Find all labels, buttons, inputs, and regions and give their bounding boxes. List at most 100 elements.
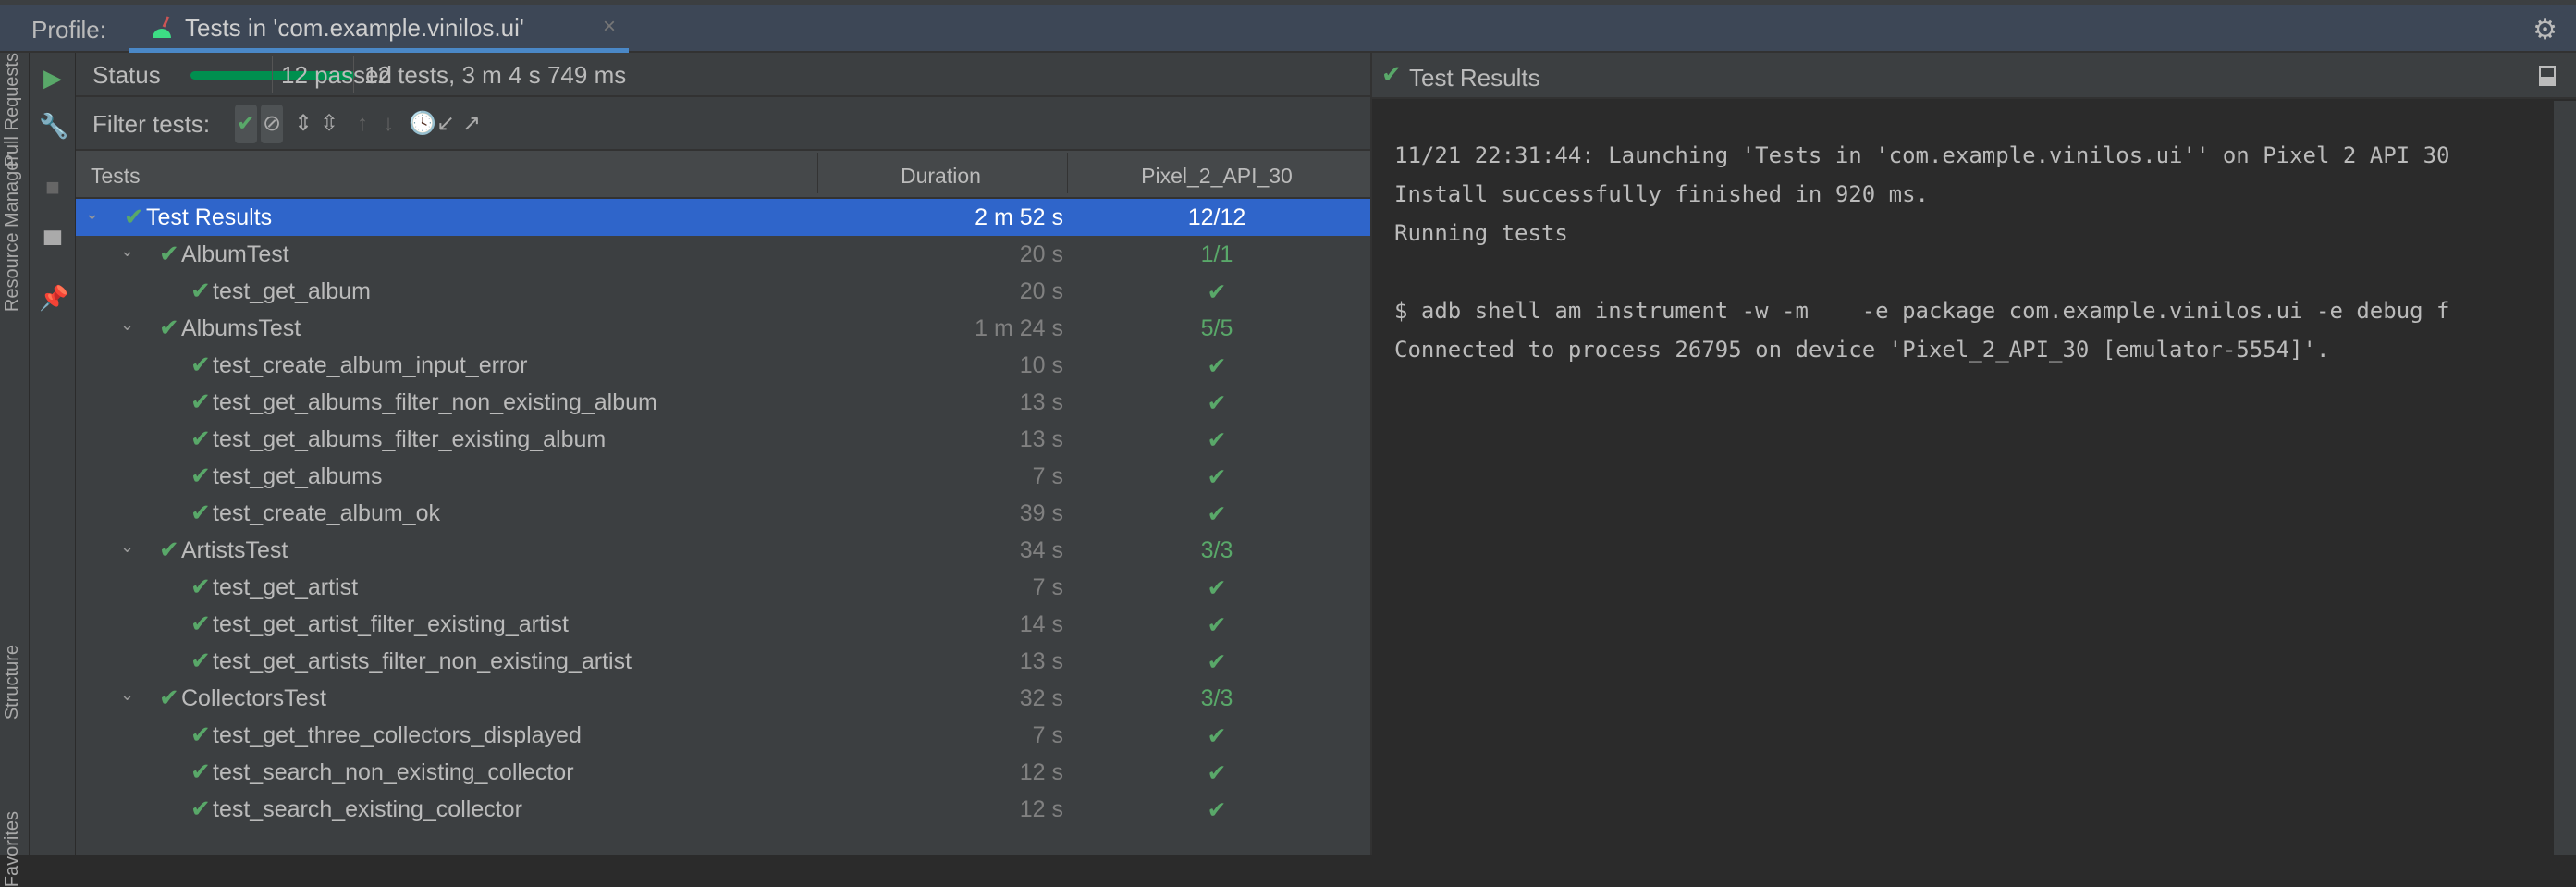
chevron-down-icon[interactable]: ⌄ bbox=[120, 241, 134, 261]
wrench-icon[interactable]: 🔧 bbox=[39, 112, 68, 140]
device-result: ✔ bbox=[1207, 575, 1227, 601]
tree-row[interactable]: ✔ test_search_non_existing_collector 12 s ✔ bbox=[76, 754, 1370, 791]
test-name: AlbumsTest bbox=[181, 315, 301, 341]
minimize-icon[interactable] bbox=[2539, 66, 2556, 86]
tree-row[interactable]: ⌄ ✔ Test Results 2 m 52 s 12/12 bbox=[76, 199, 1370, 236]
test-duration: 20 s bbox=[1019, 241, 1063, 267]
side-tab-resource-manager[interactable]: Resource Manager bbox=[2, 154, 23, 312]
check-icon: ✔ bbox=[190, 758, 211, 785]
chevron-down-icon[interactable]: ⌄ bbox=[120, 315, 134, 335]
tree-row[interactable]: ✔ test_get_albums_filter_non_existing_alb… bbox=[76, 384, 1370, 421]
device-result: 12/12 bbox=[1187, 204, 1246, 230]
test-duration: 2 m 52 s bbox=[975, 204, 1063, 230]
pin-icon[interactable]: 📌 bbox=[39, 284, 68, 312]
column-device[interactable]: Pixel_2_API_30 bbox=[1139, 164, 1294, 189]
test-summary: 12 tests, 3 m 4 s 749 ms bbox=[364, 61, 627, 89]
test-duration: 7 s bbox=[1032, 722, 1063, 748]
check-icon: ✔ bbox=[190, 721, 211, 748]
test-name: test_get_three_collectors_displayed bbox=[213, 722, 582, 748]
check-icon: ✔ bbox=[190, 351, 211, 378]
device-result: ✔ bbox=[1207, 279, 1227, 305]
chevron-down-icon[interactable]: ⌄ bbox=[120, 537, 134, 557]
side-tab-structure[interactable]: Structure bbox=[2, 645, 23, 720]
test-name: ArtistsTest bbox=[181, 537, 288, 563]
test-name: Test Results bbox=[146, 204, 273, 230]
console-panel: ✔ Test Results 11/21 22:31:44: Launching… bbox=[1370, 53, 2576, 855]
tree-row[interactable]: ✔ test_create_album_input_error 10 s ✔ bbox=[76, 347, 1370, 384]
chevron-down-icon[interactable]: ⌄ bbox=[120, 685, 134, 705]
rerun-icon[interactable]: ▶ bbox=[39, 64, 67, 92]
console-side-toolbar bbox=[2554, 101, 2576, 855]
test-name: test_get_artists_filter_non_existing_art… bbox=[213, 648, 632, 674]
tree-row[interactable]: ⌄ ✔ CollectorsTest 32 s 3/3 bbox=[76, 680, 1370, 717]
tree-row[interactable]: ⌄ ✔ AlbumTest 20 s 1/1 bbox=[76, 236, 1370, 273]
console-output[interactable]: 11/21 22:31:44: Launching 'Tests in 'com… bbox=[1394, 136, 2550, 369]
test-duration: 14 s bbox=[1019, 611, 1063, 637]
show-passed-icon[interactable]: ✔ bbox=[235, 105, 257, 143]
check-icon: ✔ bbox=[159, 240, 179, 267]
tree-row[interactable]: ✔ test_search_existing_collector 12 s ✔ bbox=[76, 791, 1370, 828]
next-failed-icon[interactable]: ↓ bbox=[377, 105, 399, 143]
chevron-down-icon[interactable]: ⌄ bbox=[85, 204, 99, 224]
tree-row[interactable]: ✔ test_get_albums 7 s ✔ bbox=[76, 458, 1370, 495]
tree-row[interactable]: ✔ test_get_artists_filter_non_existing_ar… bbox=[76, 643, 1370, 680]
column-divider bbox=[1067, 153, 1068, 193]
tree-row[interactable]: ✔ test_get_three_collectors_displayed 7 s ✔ bbox=[76, 717, 1370, 754]
test-duration: 12 s bbox=[1019, 796, 1063, 822]
tree-row[interactable]: ✔ test_create_album_ok 39 s ✔ bbox=[76, 495, 1370, 532]
test-name: test_get_album bbox=[213, 278, 371, 304]
tree-row[interactable]: ✔ test_get_artist_filter_existing_artist 1… bbox=[76, 606, 1370, 643]
test-duration: 7 s bbox=[1032, 463, 1063, 489]
side-tab-pull-requests[interactable]: Pull Requests bbox=[2, 53, 23, 166]
device-result: ✔ bbox=[1207, 353, 1227, 379]
test-duration: 32 s bbox=[1019, 685, 1063, 711]
close-tab-icon[interactable]: × bbox=[603, 14, 616, 40]
column-duration[interactable]: Duration bbox=[901, 164, 981, 189]
check-icon: ✔ bbox=[190, 647, 211, 674]
test-runner-panel: Status 12 passed 12 tests, 3 m 4 s 749 m… bbox=[76, 53, 1370, 855]
layout-icon[interactable]: ▀ bbox=[39, 230, 67, 258]
expand-all-icon[interactable]: ⇕ bbox=[292, 105, 314, 143]
export-tests-icon[interactable]: ↗ bbox=[460, 105, 483, 143]
test-name: test_search_existing_collector bbox=[213, 796, 522, 822]
check-icon: ✔ bbox=[190, 462, 211, 489]
test-duration: 34 s bbox=[1019, 537, 1063, 563]
column-divider bbox=[817, 153, 818, 193]
history-icon[interactable]: 🕓 bbox=[409, 105, 436, 143]
show-ignored-icon[interactable]: ⊘ bbox=[261, 105, 283, 143]
test-duration: 12 s bbox=[1019, 759, 1063, 785]
stop-icon[interactable]: ■ bbox=[39, 173, 67, 201]
check-icon: ✔ bbox=[159, 684, 179, 711]
test-name: CollectorsTest bbox=[181, 685, 326, 711]
import-tests-icon[interactable]: ↙ bbox=[435, 105, 457, 143]
collapse-all-icon[interactable]: ⇳ bbox=[318, 105, 340, 143]
previous-failed-icon[interactable]: ↑ bbox=[351, 105, 374, 143]
gear-icon[interactable]: ⚙ bbox=[2533, 14, 2558, 46]
tab-bar: Profile: Tests in 'com.example.vinilos.u… bbox=[0, 5, 2576, 53]
column-tests[interactable]: Tests bbox=[91, 164, 141, 189]
tree-row[interactable]: ✔ test_get_albums_filter_existing_album 13… bbox=[76, 421, 1370, 458]
tree-row[interactable]: ⌄ ✔ AlbumsTest 1 m 24 s 5/5 bbox=[76, 310, 1370, 347]
divider bbox=[272, 56, 273, 93]
device-result: ✔ bbox=[1207, 390, 1227, 416]
android-test-icon bbox=[153, 16, 171, 38]
device-result: ✔ bbox=[1207, 723, 1227, 749]
run-toolbar: ▶ 🔧 ■ ▀ 📌 bbox=[30, 53, 76, 855]
device-result: 3/3 bbox=[1200, 537, 1233, 563]
status-row: Status 12 passed 12 tests, 3 m 4 s 749 m… bbox=[76, 53, 1370, 97]
test-duration: 1 m 24 s bbox=[975, 315, 1063, 341]
filter-row: Filter tests: ✔ ⊘ ⇕ ⇳ ↑ ↓ 🕓 ↙ ↗ bbox=[76, 97, 1370, 151]
test-name: test_get_artist bbox=[213, 574, 359, 600]
test-duration: 13 s bbox=[1019, 389, 1063, 415]
tree-row[interactable]: ✔ test_get_album 20 s ✔ bbox=[76, 273, 1370, 310]
tree-row[interactable]: ⌄ ✔ ArtistsTest 34 s 3/3 bbox=[76, 532, 1370, 569]
check-icon: ✔ bbox=[124, 203, 144, 230]
side-tool-strip: Pull Requests Resource Manager Structure… bbox=[0, 53, 30, 887]
check-icon: ✔ bbox=[190, 425, 211, 452]
side-tab-favorites[interactable]: Favorites bbox=[2, 811, 23, 887]
check-icon: ✔ bbox=[159, 536, 179, 563]
device-result: ✔ bbox=[1207, 760, 1227, 786]
check-icon: ✔ bbox=[1381, 60, 1402, 88]
tree-row[interactable]: ✔ test_get_artist 7 s ✔ bbox=[76, 569, 1370, 606]
tab-tests[interactable]: Tests in 'com.example.vinilos.ui' × bbox=[129, 5, 629, 53]
